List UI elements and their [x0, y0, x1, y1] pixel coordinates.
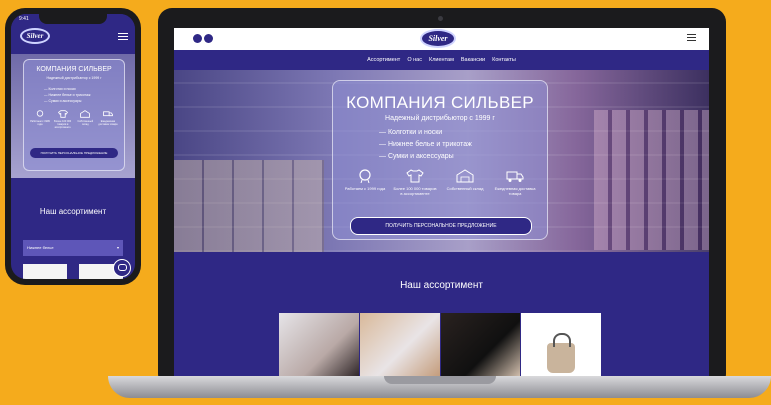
site-header: Silver — [174, 28, 709, 50]
hero-title: КОМПАНИЯ СИЛЬВЕР — [346, 93, 534, 112]
logo[interactable]: Silver — [420, 29, 456, 48]
section-title: Наш ассортимент — [400, 280, 483, 291]
tshirt-photo[interactable] — [359, 313, 440, 378]
get-offer-button[interactable]: ПОЛУЧИТЬ ПЕРСОНАЛЬНОЕ ПРЕДЛОЖЕНИЕ — [30, 148, 118, 158]
hero-section: КОМПАНИЯ СИЛЬВЕР Надежный дистрибьютор с… — [174, 70, 709, 252]
nav-item-assortment[interactable]: Ассортимент — [367, 57, 400, 63]
clothing-racks-image — [594, 110, 709, 250]
hosiery-photo[interactable] — [440, 313, 521, 378]
phone-notch — [39, 14, 107, 24]
warehouse-icon — [80, 110, 91, 118]
feature-item: Ежедневная доставка товара — [97, 110, 119, 129]
truck-icon — [506, 171, 524, 182]
bag-image — [547, 333, 576, 373]
hero-subtitle: Надежный дистрибьютор с 1999 г — [385, 115, 495, 122]
lingerie-photo[interactable] — [279, 313, 359, 378]
list-item: — Нижнее белье и трикотаж — [379, 141, 472, 148]
laptop-mockup: Silver Ассортимент О нас Клиентам Ваканс… — [158, 8, 726, 388]
product-thumb[interactable] — [23, 264, 67, 279]
nav-item-contacts[interactable]: Контакты — [492, 57, 516, 63]
hero-list: — Колготки и носки — Нижнее белье и трик… — [44, 86, 90, 104]
boxes-image — [174, 160, 324, 252]
medal-icon — [36, 110, 44, 117]
webcam — [438, 16, 443, 21]
list-item: — Сумки и аксессуары — [44, 99, 82, 103]
feature-item: Более 100 000 товаров в ассортименте — [52, 110, 74, 129]
hero-subtitle: Надежный дистрибьютор с 1999 г — [46, 76, 102, 80]
laptop-screen: Silver Ассортимент О нас Клиентам Ваканс… — [174, 28, 709, 378]
accordion-label: Нижнее белье — [27, 245, 54, 250]
get-offer-button[interactable]: ПОЛУЧИТЬ ПЕРСОНАЛЬНОЕ ПРЕДЛОЖЕНИЕ — [350, 217, 532, 235]
logo[interactable]: Silver — [20, 28, 50, 44]
phone-hero: КОМПАНИЯ СИЛЬВЕР Надежный дистрибьютор с… — [11, 54, 135, 178]
hero-list: — Колготки и носки — Нижнее белье и трик… — [379, 127, 472, 163]
hero-title: КОМПАНИЯ СИЛЬВЕР — [36, 66, 112, 73]
assortment-gallery — [279, 313, 602, 378]
nav-item-vacancies[interactable]: Вакансии — [461, 57, 485, 63]
phone-icon[interactable] — [193, 34, 202, 43]
section-title: Наш ассортимент — [39, 207, 107, 216]
nav-item-clients[interactable]: Клиентам — [429, 57, 454, 63]
chat-icon[interactable] — [113, 259, 131, 277]
medal-icon — [359, 169, 371, 183]
phone-mockup: 9:41 Silver КОМПАНИЯ СИЛЬВЕР Надежный ди… — [5, 8, 141, 285]
menu-icon[interactable] — [118, 33, 128, 40]
status-time: 9:41 — [19, 16, 29, 22]
menu-icon[interactable] — [687, 34, 696, 41]
feature-item: Собственный склад — [74, 110, 96, 129]
phone-header: 9:41 Silver — [11, 14, 135, 54]
feature-item: Собственный склад — [443, 169, 487, 196]
bag-photo[interactable] — [521, 313, 601, 378]
chevron-down-icon: ▾ — [116, 245, 119, 250]
phone-screen: 9:41 Silver КОМПАНИЯ СИЛЬВЕР Надежный ди… — [11, 14, 135, 279]
warehouse-icon — [456, 169, 474, 183]
feature-item: Работаем с 1999 года — [343, 169, 387, 196]
hero-card: КОМПАНИЯ СИЛЬВЕР Надежный дистрибьютор с… — [23, 59, 125, 171]
list-item: — Колготки и носки — [379, 129, 443, 136]
accordion-lingerie[interactable]: Нижнее белье ▾ — [23, 240, 123, 256]
tshirt-icon — [57, 110, 68, 118]
laptop-base-notch — [384, 376, 496, 384]
main-nav: Ассортимент О нас Клиентам Вакансии Конт… — [174, 50, 709, 70]
telegram-icon[interactable] — [204, 34, 213, 43]
feature-item: Ежедневная доставка товара — [493, 169, 537, 196]
feature-item: Более 100 000 товаров в ассортименте — [393, 169, 437, 196]
hero-card: КОМПАНИЯ СИЛЬВЕР Надежный дистрибьютор с… — [332, 80, 548, 240]
hero-features: Работаем с 1999 года Более 100 000 товар… — [29, 110, 119, 129]
nav-item-about[interactable]: О нас — [407, 57, 422, 63]
laptop-base — [108, 376, 771, 398]
list-item: — Сумки и аксессуары — [379, 153, 454, 160]
tshirt-icon — [406, 169, 424, 183]
hero-features: Работаем с 1999 года Более 100 000 товар… — [343, 169, 537, 196]
truck-icon — [103, 111, 113, 117]
feature-item: Работаем с 1999 года — [29, 110, 51, 129]
